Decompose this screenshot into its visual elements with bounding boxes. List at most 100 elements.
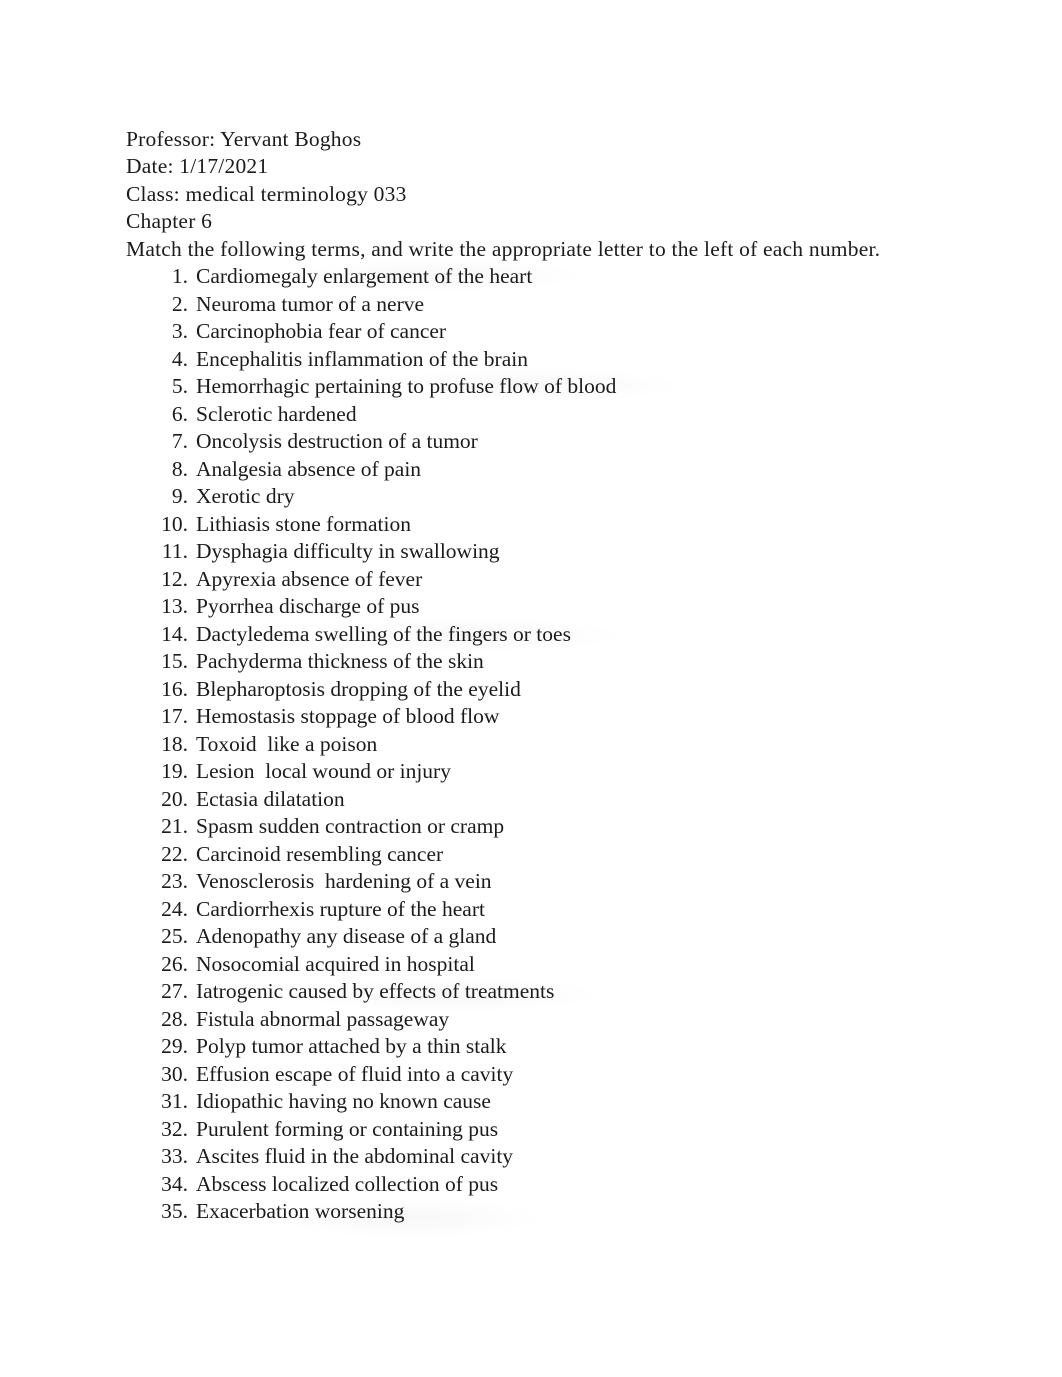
list-item-number: 17. — [161, 704, 188, 729]
list-item: 9. Xerotic dry — [126, 483, 946, 511]
list-item-text: Carcinophobia fear of cancer — [196, 319, 447, 344]
list-item-text: Xerotic dry — [196, 484, 295, 509]
list-item-number: 14. — [161, 621, 188, 646]
list-item: 8. Analgesia absence of pain — [126, 456, 946, 484]
list-item: 10. Lithiasis stone formation — [126, 511, 946, 539]
list-item-text: Oncolysis destruction of a tumor — [196, 429, 478, 454]
list-item-number: 20. — [161, 786, 188, 811]
list-item: 35. Exacerbation worsening — [126, 1198, 946, 1226]
list-item-text: Pachyderma thickness of the skin — [196, 649, 484, 674]
list-item-number: 11. — [161, 539, 188, 564]
list-item-number: 24. — [161, 896, 188, 921]
list-item-text: Cardiomegaly enlargement of the heart — [196, 264, 533, 289]
list-item: 26. Nosocomial acquired in hospital — [126, 951, 946, 979]
list-item-number: 34. — [161, 1171, 188, 1196]
list-item: 24. Cardiorrhexis rupture of the heart — [126, 896, 946, 924]
list-item-number: 21. — [161, 814, 188, 839]
list-item: 32. Purulent forming or containing pus — [126, 1116, 946, 1144]
list-item-number: 35. — [161, 1199, 188, 1224]
list-item-text: Dactyledema swelling of the fingers or t… — [196, 621, 571, 646]
list-item-text: Toxoid like a poison — [196, 731, 378, 756]
list-item-text: Ectasia dilatation — [196, 786, 345, 811]
list-item: 11. Dysphagia difficulty in swallowing — [126, 538, 946, 566]
professor-line: Professor: Yervant Boghos — [126, 127, 362, 151]
date-line: Date: 1/17/2021 — [126, 154, 269, 179]
list-item-text: Hemorrhagic pertaining to profuse flow o… — [196, 374, 617, 399]
list-item-text: Fistula abnormal passageway — [196, 1006, 450, 1031]
list-item-text: Carcinoid resembling cancer — [196, 841, 444, 866]
document-body: Professor: Yervant Boghos Date: 1/17/202… — [126, 126, 946, 1226]
list-item: 13. Pyorrhea discharge of pus — [126, 593, 946, 621]
list-item: 20. Ectasia dilatation — [126, 786, 946, 814]
list-item-text: Ascites fluid in the abdominal cavity — [196, 1144, 514, 1169]
list-item-number: 32. — [161, 1116, 188, 1141]
list-item: 5. Hemorrhagic pertaining to profuse flow… — [126, 373, 946, 401]
list-item-number: 18. — [161, 731, 188, 756]
class-line: Class: medical terminology 033 — [126, 181, 407, 206]
list-item-text: Spasm sudden contraction or cramp — [196, 814, 505, 839]
list-item: 22. Carcinoid resembling cancer — [126, 841, 946, 869]
list-item-number: 31. — [161, 1089, 188, 1114]
list-item: 17. Hemostasis stoppage of blood flow — [126, 703, 946, 731]
list-item-text: Exacerbation worsening — [196, 1199, 405, 1224]
list-item-number: 5. — [171, 374, 188, 399]
list-item-text: Blepharoptosis dropping of the eyelid — [196, 676, 521, 701]
list-item: 14. Dactyledema swelling of the fingers o… — [126, 621, 946, 649]
list-item-text: Nosocomial acquired in hospital — [196, 951, 475, 976]
list-item-text: Dysphagia difficulty in swallowing — [196, 539, 500, 564]
list-item-text: Neuroma tumor of a nerve — [196, 291, 425, 316]
list-item-text: Encephalitis inflammation of the brain — [196, 346, 528, 371]
list-item: 12. Apyrexia absence of fever — [126, 566, 946, 594]
list-item-text: Purulent forming or containing pus — [196, 1116, 499, 1141]
list-item-number: 9. — [171, 484, 188, 509]
list-item-number: 10. — [161, 511, 188, 536]
list-item-number: 15. — [161, 649, 188, 674]
list-item: 7. Oncolysis destruction of a tumor — [126, 428, 946, 456]
list-item-number: 6. — [171, 401, 188, 426]
list-item: 19. Lesion local wound or injury — [126, 758, 946, 786]
list-item-number: 12. — [161, 566, 188, 591]
list-item: 27. Iatrogenic caused by effects of treat… — [126, 978, 946, 1006]
instruction-line: Match the following terms, and write the… — [126, 236, 881, 261]
list-item: 15. Pachyderma thickness of the skin — [126, 648, 946, 676]
list-item-number: 28. — [161, 1006, 188, 1031]
list-item-text: Lesion local wound or injury — [196, 759, 451, 784]
list-item-text: Sclerotic hardened — [196, 401, 357, 426]
list-item-number: 4. — [171, 346, 188, 371]
list-item-text: Venosclerosis hardening of a vein — [196, 869, 492, 894]
list-item-number: 25. — [161, 924, 188, 949]
list-item: 2. Neuroma tumor of a nerve — [126, 291, 946, 319]
list-item-number: 30. — [161, 1061, 188, 1086]
list-item-text: Pyorrhea discharge of pus — [196, 594, 420, 619]
list-item-text: Apyrexia absence of fever — [196, 566, 423, 591]
list-item-text: Abscess localized collection of pus — [196, 1171, 499, 1196]
list-item-text: Lithiasis stone formation — [196, 511, 411, 536]
list-item: 33. Ascites fluid in the abdominal cavity — [126, 1143, 946, 1171]
list-item-text: Hemostasis stoppage of blood flow — [196, 704, 500, 729]
list-item-text: Polyp tumor attached by a thin stalk — [196, 1034, 507, 1059]
list-item: 6. Sclerotic hardened — [126, 401, 946, 429]
term-match-list: 1. Cardiomegaly enlargement of the heart … — [126, 263, 946, 1226]
list-item: 3. Carcinophobia fear of cancer — [126, 318, 946, 346]
list-item-text: Effusion escape of fluid into a cavity — [196, 1061, 514, 1086]
list-item: 29. Polyp tumor attached by a thin stalk — [126, 1033, 946, 1061]
list-item-number: 3. — [171, 319, 188, 344]
list-item: 28. Fistula abnormal passageway — [126, 1006, 946, 1034]
list-item: 25. Adenopathy any disease of a gland — [126, 923, 946, 951]
list-item-number: 29. — [161, 1034, 188, 1059]
list-item-text: Iatrogenic caused by effects of treatmen… — [196, 979, 555, 1004]
list-item: 31. Idiopathic having no known cause — [126, 1088, 946, 1116]
list-item-number: 27. — [161, 979, 188, 1004]
list-item-number: 1. — [171, 264, 188, 289]
list-item: 21. Spasm sudden contraction or cramp — [126, 813, 946, 841]
list-item: 16. Blepharoptosis dropping of the eyelid — [126, 676, 946, 704]
list-item: 18. Toxoid like a poison — [126, 731, 946, 759]
list-item-text: Analgesia absence of pain — [196, 456, 422, 481]
list-item-number: 2. — [171, 291, 188, 316]
list-item: 23. Venosclerosis hardening of a vein — [126, 868, 946, 896]
list-item-text: Idiopathic having no known cause — [196, 1089, 491, 1114]
chapter-line: Chapter 6 — [126, 209, 213, 234]
list-item: 30. Effusion escape of fluid into a cavit… — [126, 1061, 946, 1089]
list-item-number: 33. — [161, 1144, 188, 1169]
list-item-number: 8. — [171, 456, 188, 481]
